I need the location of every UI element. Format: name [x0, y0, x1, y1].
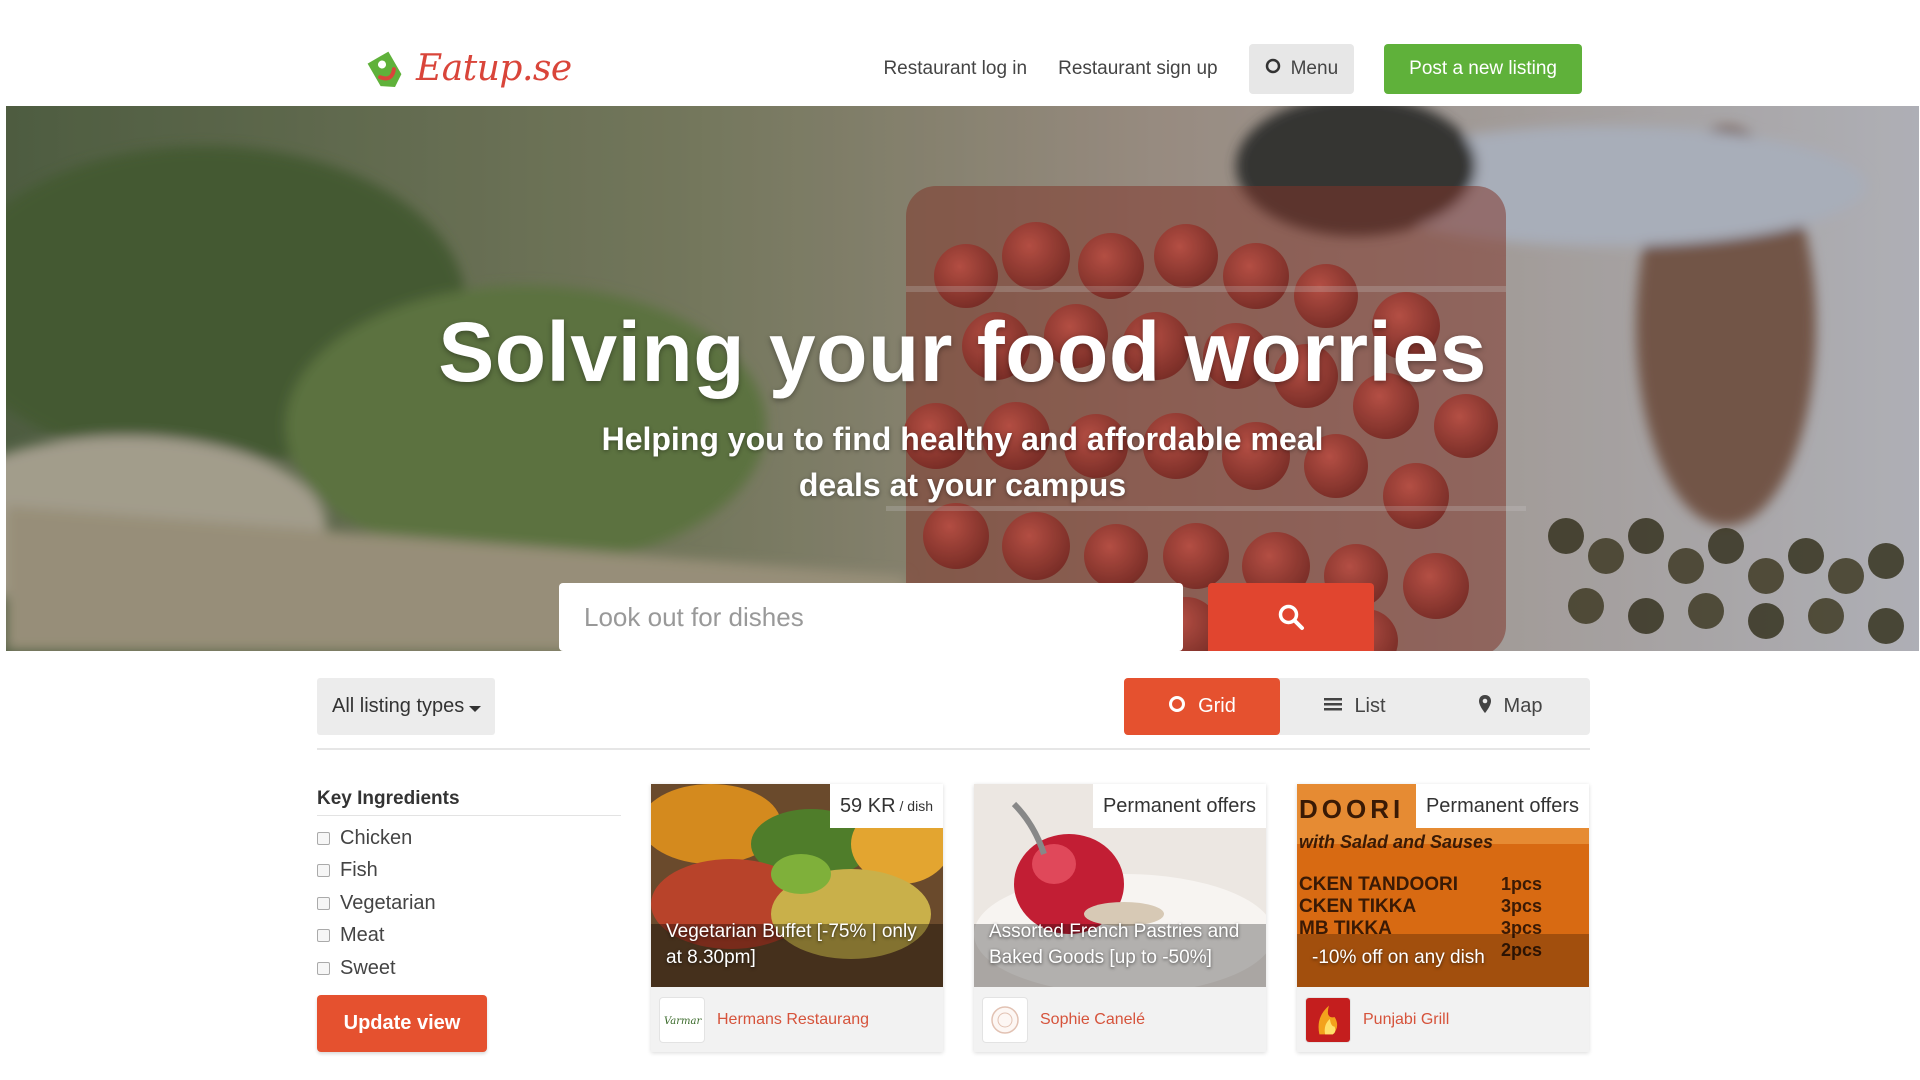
list-icon [1324, 695, 1343, 718]
offer-tag: Permanent offers [1092, 784, 1266, 828]
hero-subtitle: Helping you to find healthy and affordab… [6, 416, 1919, 508]
listing-card[interactable]: Permanent offers Assorted French Pastrie… [974, 784, 1266, 1052]
svg-text:DOORI: DOORI [1299, 794, 1404, 824]
ingredient-option-chicken[interactable]: Chicken [317, 822, 436, 855]
price-tag: 59 KR / dish [829, 784, 943, 828]
dish-search-input[interactable]: Look out for dishes [559, 583, 1183, 651]
key-ingredients-title: Key Ingredients [317, 788, 460, 809]
checkbox[interactable] [317, 929, 330, 943]
listing-title: Vegetarian Buffet [-75% | only at 8.30pm… [666, 921, 917, 968]
svg-text:with Salad and Sauses: with Salad and Sauses [1299, 832, 1493, 852]
listing-title: -10% off on any dish [1312, 947, 1485, 968]
restaurant-login-link[interactable]: Restaurant log in [883, 58, 1027, 80]
restaurant-name[interactable]: Hermans Restaurang [717, 1011, 869, 1029]
logo-text: Eatup.se [416, 47, 572, 89]
offer-tag: Permanent offers [1415, 784, 1589, 828]
circle-icon [1265, 58, 1281, 80]
search-icon [1277, 603, 1305, 636]
listing-card[interactable]: DOORI with Salad and Sauses CKEN TANDOOR… [1297, 784, 1589, 1052]
price-value: 59 KR [839, 794, 896, 817]
checkbox[interactable] [317, 896, 330, 910]
ingredient-option-vegetarian[interactable]: Vegetarian [317, 887, 436, 920]
restaurant-name[interactable]: Sophie Canelé [1040, 1011, 1145, 1029]
update-view-button[interactable]: Update view [317, 995, 487, 1052]
menu-button[interactable]: Menu [1248, 44, 1355, 94]
tag-logo-icon [358, 42, 410, 94]
hero-subtitle-line2: deals at your campus [798, 467, 1127, 503]
map-pin-icon [1478, 694, 1492, 720]
grid-view-button[interactable]: Grid [1124, 678, 1280, 735]
ingredient-label: Sweet [340, 956, 396, 979]
map-view-button[interactable]: Map [1430, 678, 1590, 735]
checkbox[interactable] [317, 961, 330, 975]
svg-text:Varmar: Varmar [664, 1016, 702, 1027]
hero-banner: Solving your food worries Helping you to… [6, 106, 1919, 651]
ingredient-label: Vegetarian [340, 891, 436, 914]
price-unit: / dish [899, 798, 933, 814]
caret-down-icon [469, 705, 482, 712]
restaurant-avatar [982, 996, 1028, 1043]
checkbox[interactable] [317, 831, 330, 845]
ingredient-option-sweet[interactable]: Sweet [317, 952, 436, 985]
svg-text:1pcs: 1pcs [1501, 874, 1542, 894]
listing-image-pastries[interactable]: Permanent offers Assorted French Pastrie… [974, 784, 1266, 987]
hero-subtitle-line1: Helping you to find healthy and affordab… [601, 421, 1324, 457]
ingredient-option-meat[interactable]: Meat [317, 920, 436, 953]
restaurant-info[interactable]: Varmar Hermans Restaurang [651, 987, 943, 1052]
restaurant-signup-link[interactable]: Restaurant sign up [1058, 58, 1218, 80]
ingredient-filter-list: Chicken Fish Vegetarian Meat Sweet [317, 822, 436, 985]
sidebar-divider [317, 815, 621, 816]
hero-title: Solving your food worries [438, 305, 1487, 399]
svg-text:CKEN TANDOORI: CKEN TANDOORI [1299, 874, 1458, 895]
view-toggle: Grid List Map [1124, 678, 1590, 735]
restaurant-avatar: Varmar [659, 996, 705, 1043]
restaurant-name[interactable]: Punjabi Grill [1363, 1011, 1449, 1029]
list-view-label: List [1354, 695, 1386, 717]
listing-type-dropdown[interactable]: All listing types [317, 678, 495, 735]
listing-image-buffet[interactable]: 59 KR / dish Vegetarian Buffet [-75% | o… [651, 784, 943, 987]
ingredient-label: Fish [340, 859, 378, 882]
main-nav: Restaurant log in Restaurant sign up Men… [883, 44, 1582, 94]
ingredient-option-fish[interactable]: Fish [317, 855, 436, 888]
restaurant-avatar [1305, 996, 1351, 1043]
logo[interactable]: Eatup.se [358, 42, 572, 94]
search-button[interactable] [1208, 583, 1374, 651]
restaurant-info[interactable]: Punjabi Grill [1297, 987, 1589, 1052]
checkbox[interactable] [317, 864, 330, 878]
circle-icon [1168, 695, 1186, 719]
listing-title: Assorted French Pastries and Baked Goods… [989, 921, 1240, 968]
top-header: Eatup.se Restaurant log in Restaurant si… [0, 0, 1920, 106]
filter-divider [317, 748, 1590, 750]
ingredient-label: Chicken [340, 826, 413, 849]
listing-card[interactable]: 59 KR / dish Vegetarian Buffet [-75% | o… [651, 784, 943, 1052]
ingredient-label: Meat [340, 924, 385, 947]
grid-view-label: Grid [1198, 695, 1236, 717]
listing-image-tandoori[interactable]: DOORI with Salad and Sauses CKEN TANDOOR… [1297, 784, 1589, 987]
svg-text:3pcs: 3pcs [1501, 896, 1542, 916]
restaurant-info[interactable]: Sophie Canelé [974, 987, 1266, 1052]
listing-type-label: All listing types [332, 695, 465, 717]
menu-label: Menu [1290, 58, 1339, 79]
post-listing-button[interactable]: Post a new listing [1384, 44, 1582, 94]
map-view-label: Map [1503, 695, 1543, 717]
svg-text:CKEN TIKKA: CKEN TIKKA [1299, 896, 1416, 917]
list-view-button[interactable]: List [1280, 678, 1430, 735]
